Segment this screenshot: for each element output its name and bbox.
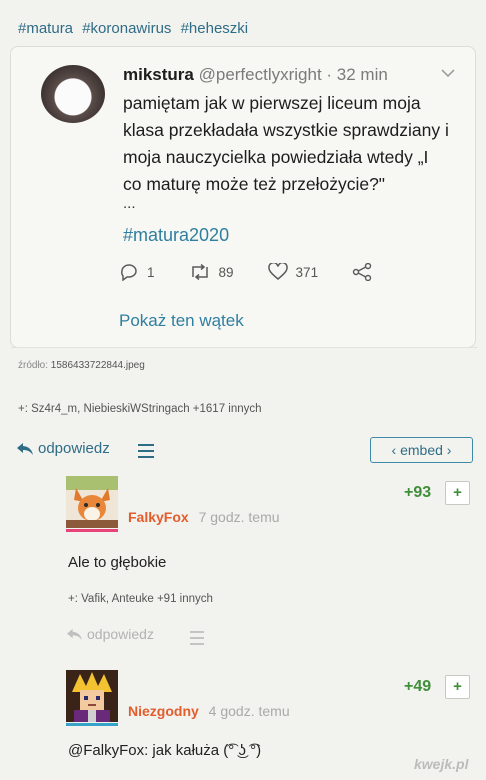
- post-actions: odpowiedz ‹ embed ›: [16, 437, 476, 464]
- reply-button[interactable]: odpowiedz: [16, 440, 110, 457]
- tweet-text-line: co maturę może też przełożycie?": [123, 174, 386, 194]
- tweet-text-line: pamiętam jak w pierwszej liceum moja: [123, 93, 421, 113]
- tweet-like-action: 371: [267, 263, 319, 281]
- tweet-text: pamiętam jak w pierwszej liceum moja kla…: [123, 90, 468, 198]
- tweet-reply-count: 1: [147, 264, 155, 280]
- avatar[interactable]: [66, 670, 118, 722]
- comment-header: FalkyFox 7 godz. temu: [128, 509, 280, 525]
- plus-button[interactable]: +: [445, 481, 470, 505]
- post-plus-users[interactable]: +: Sz4r4_m, NiebieskiWStringach +1617 in…: [18, 403, 262, 415]
- menu-icon[interactable]: [138, 444, 154, 462]
- tag-link[interactable]: #heheszki: [181, 20, 249, 37]
- tweet-author-handle: @perfectlyxright · 32 min: [198, 65, 388, 84]
- tag-list: #matura #koronawirus #heheszki: [18, 20, 253, 37]
- comment: Niezgodny 4 godz. temu +49 + @FalkyFox: …: [66, 670, 476, 770]
- tweet-header: mikstura @perfectlyxright · 32 min: [123, 65, 388, 85]
- tweet-reply-action: 1: [119, 263, 155, 281]
- tweet-retweet-count: 89: [218, 264, 234, 280]
- comment-header: Niezgodny 4 godz. temu: [128, 703, 290, 719]
- source-label: źródło:: [18, 360, 49, 371]
- source-line: źródło: 1586433722844.jpeg: [18, 360, 145, 371]
- comment-plus-users[interactable]: +: Vafik, Anteuke +91 innych: [68, 593, 213, 605]
- tweet-ellipsis: ...: [123, 195, 136, 212]
- chevron-down-icon: [441, 65, 455, 81]
- menu-icon[interactable]: [190, 631, 204, 649]
- tweet-actions: 1 89 371: [119, 263, 414, 281]
- tag-link[interactable]: #matura: [18, 20, 73, 37]
- comment-username[interactable]: Niezgodny: [128, 703, 199, 719]
- tweet-show-thread: Pokaż ten wątek: [119, 311, 244, 330]
- tag-link[interactable]: #koronawirus: [82, 20, 171, 37]
- reply-label: odpowiedz: [38, 440, 110, 457]
- avatar[interactable]: [66, 476, 118, 528]
- comment-text: @FalkyFox: jak kałuża (͡° ͜ʖ ͡°): [68, 742, 262, 759]
- share-icon: [352, 263, 372, 281]
- source-file[interactable]: 1586433722844.jpeg: [51, 360, 145, 371]
- tweet-divider: [11, 347, 477, 348]
- tweet-retweet-action: 89: [189, 264, 234, 280]
- comment-time[interactable]: 7 godz. temu: [199, 509, 280, 525]
- reply-arrow-icon: [17, 442, 33, 455]
- comment-reply-button[interactable]: odpowiedz: [66, 626, 154, 642]
- tweet-avatar: [41, 65, 105, 123]
- comment: FalkyFox 7 godz. temu +93 + Ale to głębo…: [66, 476, 476, 645]
- embed-button[interactable]: ‹ embed ›: [370, 437, 473, 463]
- comment-score: +93: [404, 484, 432, 501]
- comment-username[interactable]: FalkyFox: [128, 509, 189, 525]
- tweet-hashtag: #matura2020: [123, 225, 230, 245]
- plus-button[interactable]: +: [445, 675, 470, 699]
- tweet-like-count: 371: [295, 264, 319, 280]
- comment-score: +49: [404, 678, 432, 695]
- avatar-sex-bar: [66, 529, 118, 532]
- reply-arrow-icon: [67, 628, 82, 640]
- retweet-icon: [191, 264, 208, 280]
- tweet-share-action: [352, 263, 380, 281]
- avatar-sex-bar: [66, 723, 118, 726]
- reply-bubble-icon: [121, 264, 137, 281]
- tweet-author-name: mikstura: [123, 65, 194, 84]
- comment-time[interactable]: 4 godz. temu: [209, 703, 290, 719]
- reply-label: odpowiedz: [87, 626, 154, 642]
- comment-text: Ale to głębokie: [68, 554, 167, 571]
- tweet-screenshot: mikstura @perfectlyxright · 32 min pamię…: [10, 46, 477, 348]
- tweet-text-line: moja nauczycielka powiedziała wtedy „I: [123, 147, 429, 167]
- heart-icon: [267, 263, 288, 280]
- tweet-text-line: klasa przekładała wszystkie sprawdziany …: [123, 120, 449, 140]
- site-watermark: kwejk.pl: [414, 756, 469, 772]
